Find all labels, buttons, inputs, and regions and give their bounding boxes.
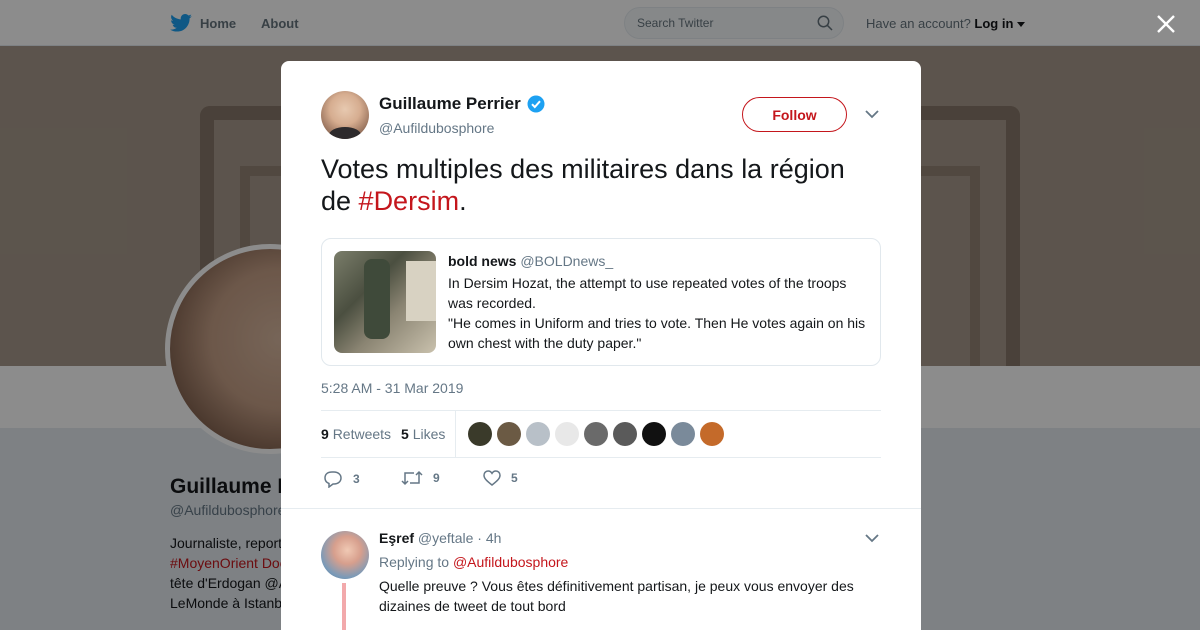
liker-avatar[interactable] — [613, 422, 637, 446]
author-name[interactable]: Guillaume Perrier — [379, 94, 545, 114]
tweet-text: Votes multiples des militaires dans la r… — [321, 153, 881, 217]
liker-avatar[interactable] — [497, 422, 521, 446]
retweets-label: Retweets — [332, 426, 392, 442]
quoted-author-handle: @BOLDnews_ — [520, 253, 614, 269]
retweet-icon — [401, 470, 423, 486]
likes-stat[interactable]: 5 Likes — [401, 426, 445, 442]
replying-to: Replying to @Aufildubosphore — [379, 554, 568, 570]
tweet-stats: 9 Retweets 5 Likes — [321, 410, 881, 458]
replying-to-prefix: Replying to — [379, 554, 450, 570]
tweet-actions: 3 9 5 — [321, 470, 621, 492]
retweet-button[interactable]: 9 — [401, 470, 440, 486]
tweet-timestamp[interactable]: 5:28 AM - 31 Mar 2019 — [321, 380, 463, 396]
tweet-modal: Guillaume Perrier @Aufildubosphore Follo… — [281, 61, 921, 630]
author-name-text: Guillaume Perrier — [379, 94, 521, 113]
reply-author-name[interactable]: Eşref — [379, 530, 414, 546]
likes-count: 5 — [401, 426, 409, 442]
verified-badge-icon — [527, 95, 545, 113]
retweets-stat[interactable]: 9 Retweets — [321, 426, 391, 442]
divider — [281, 508, 921, 509]
liker-avatar[interactable] — [671, 422, 695, 446]
like-count: 5 — [511, 471, 518, 485]
stats-divider — [455, 411, 456, 457]
reply-time[interactable]: · 4h — [477, 530, 501, 546]
quoted-author-name: bold news — [448, 253, 517, 269]
retweet-count: 9 — [433, 471, 440, 485]
likes-label: Likes — [412, 426, 446, 442]
reply-author-handle[interactable]: @yeftale — [418, 530, 473, 546]
quoted-text-line: "He comes in Uniform and tries to vote. … — [448, 315, 866, 351]
reply-icon — [324, 471, 342, 488]
reply-header: Eşref @yeftale · 4h — [379, 530, 501, 546]
reply-count: 3 — [353, 472, 360, 486]
reply-thread-line — [342, 583, 346, 630]
liker-avatar[interactable] — [700, 422, 724, 446]
reply-author-avatar[interactable] — [321, 531, 369, 579]
author-handle[interactable]: @Aufildubosphore — [379, 120, 494, 136]
liker-avatar[interactable] — [468, 422, 492, 446]
liker-avatar[interactable] — [555, 422, 579, 446]
reply-button[interactable]: 3 — [323, 470, 360, 488]
tweet-text-end: . — [459, 186, 467, 216]
quoted-tweet-text: In Dersim Hozat, the attempt to use repe… — [448, 273, 872, 353]
reply-text: Quelle preuve ? Vous êtes définitivement… — [379, 578, 854, 614]
follow-button[interactable]: Follow — [742, 97, 847, 132]
quoted-tweet[interactable]: bold news @BOLDnews_ In Dersim Hozat, th… — [321, 238, 881, 366]
quoted-tweet-image[interactable] — [334, 251, 436, 353]
retweets-count: 9 — [321, 426, 329, 442]
hashtag-link[interactable]: #Dersim — [359, 186, 460, 216]
chevron-down-icon[interactable] — [865, 109, 879, 119]
close-icon[interactable] — [1155, 13, 1177, 35]
likers-avatars — [468, 422, 724, 446]
mention-link[interactable]: @Aufildubosphore — [453, 554, 568, 570]
author-avatar[interactable] — [321, 91, 369, 139]
chevron-down-icon[interactable] — [865, 533, 879, 543]
heart-icon — [483, 470, 501, 486]
like-button[interactable]: 5 — [483, 470, 518, 486]
liker-avatar[interactable] — [526, 422, 550, 446]
quoted-text-line: In Dersim Hozat, the attempt to use repe… — [448, 275, 847, 311]
quoted-tweet-author: bold news @BOLDnews_ — [448, 253, 613, 269]
liker-avatar[interactable] — [584, 422, 608, 446]
liker-avatar[interactable] — [642, 422, 666, 446]
